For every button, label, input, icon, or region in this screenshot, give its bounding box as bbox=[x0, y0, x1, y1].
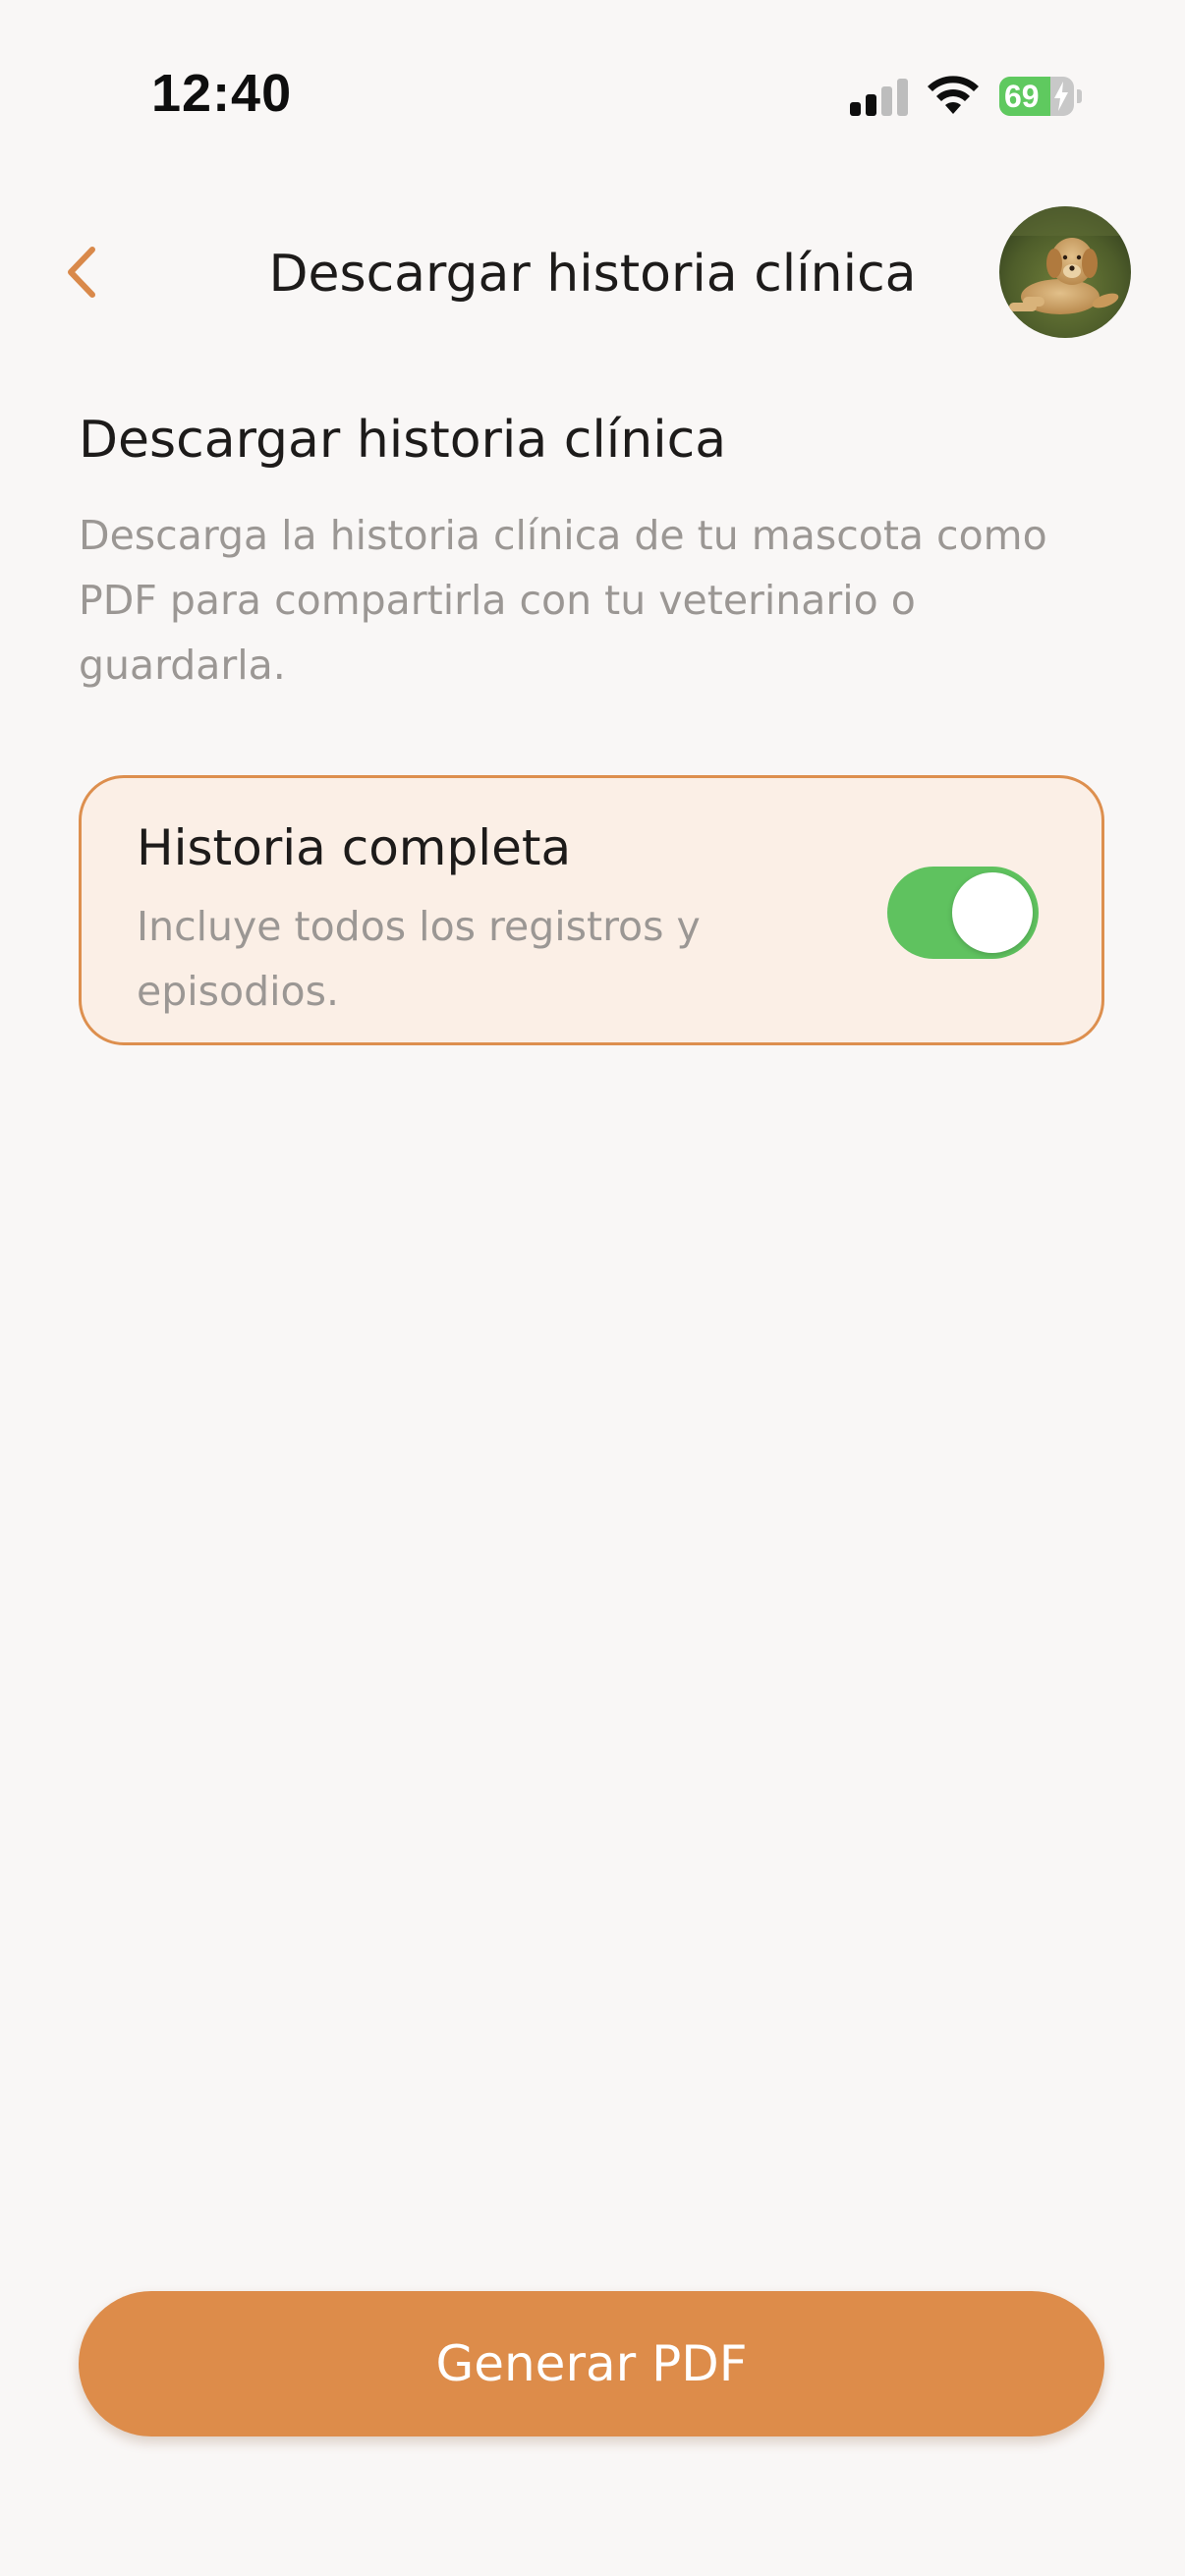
generate-pdf-button[interactable]: Generar PDF bbox=[79, 2291, 1104, 2436]
back-button[interactable] bbox=[55, 238, 110, 307]
dog-photo bbox=[999, 206, 1131, 338]
pet-avatar[interactable] bbox=[999, 206, 1131, 338]
section-description: Descarga la historia clínica de tu masco… bbox=[79, 512, 1047, 689]
cellular-signal-icon bbox=[850, 79, 909, 116]
charging-bolt-icon bbox=[1054, 82, 1068, 111]
full-history-option-card[interactable]: Historia completa Incluye todos los regi… bbox=[79, 775, 1104, 1045]
status-time: 12:40 bbox=[151, 64, 293, 123]
toggle-knob bbox=[952, 872, 1033, 953]
option-description: Incluye todos los registros y episodios. bbox=[137, 903, 701, 1015]
page-title: Descargar historia clínica bbox=[268, 245, 917, 304]
chevron-left-icon bbox=[68, 247, 95, 298]
option-title: Historia completa bbox=[137, 819, 572, 876]
full-history-toggle[interactable] bbox=[887, 867, 1039, 959]
battery-percent: 69 bbox=[1004, 79, 1040, 114]
battery-indicator: 69 bbox=[999, 77, 1082, 116]
wifi-icon bbox=[928, 76, 979, 114]
section-title: Descargar historia clínica bbox=[79, 411, 727, 470]
